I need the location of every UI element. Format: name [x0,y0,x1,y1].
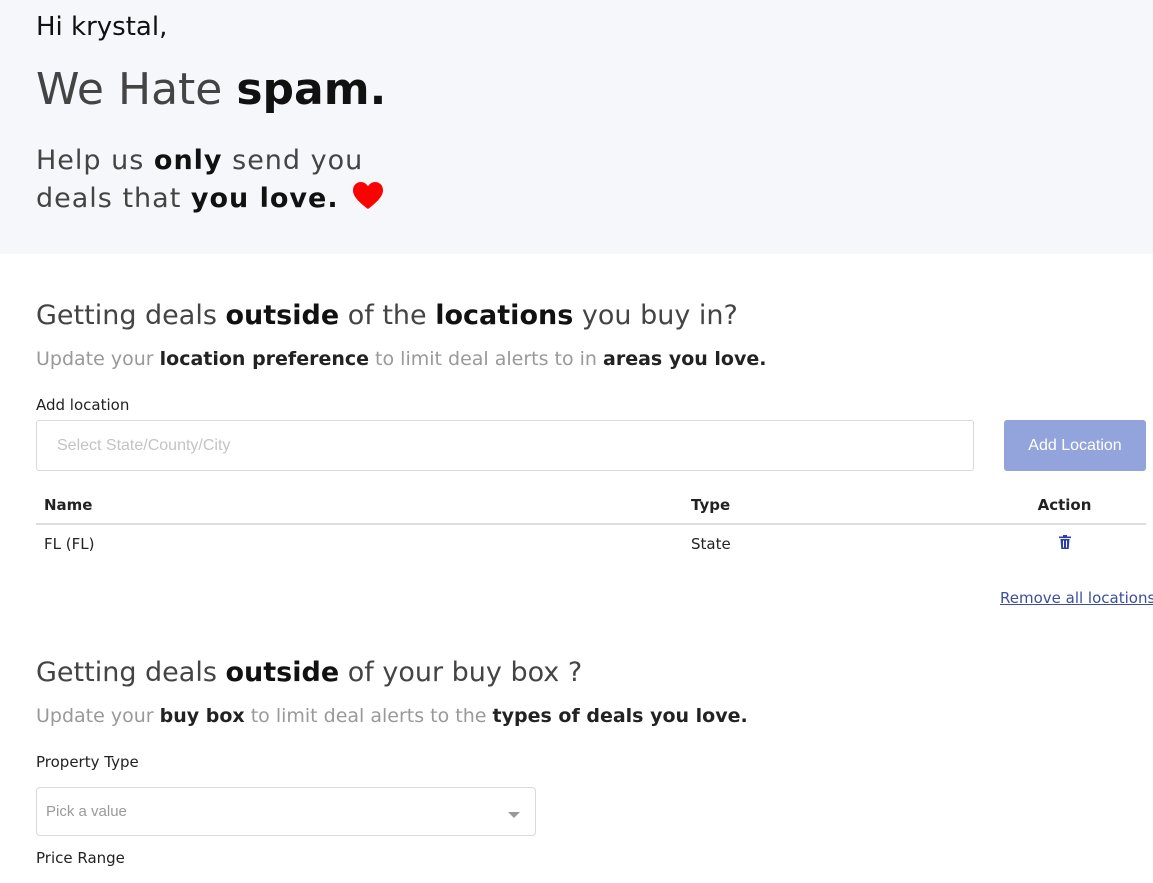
locations-table: Name Type Action FL (FL) State [36,486,1146,562]
column-header-action: Action [983,486,1146,525]
location-search-input[interactable] [36,420,974,471]
property-type-select[interactable]: Pick a value [36,787,536,836]
headline: We Hate spam. [36,64,387,115]
location-action-cell [983,524,1146,562]
table-header-row: Name Type Action [36,486,1146,525]
location-type-cell: State [691,534,731,553]
location-name-cell: FL (FL) [44,534,95,553]
add-location-label: Add location [36,396,130,414]
table-row: FL (FL) State [36,524,1146,562]
add-location-button[interactable]: Add Location [1004,420,1146,471]
price-range-label: Price Range [36,849,125,867]
column-header-type: Type [683,486,983,525]
locations-title: Getting deals outside of the locations y… [36,300,738,331]
property-type-value: Pick a value [46,803,127,820]
locations-subtitle: Update your location preference to limit… [36,348,767,370]
buybox-title: Getting deals outside of your buy box ? [36,657,583,688]
property-type-label: Property Type [36,753,139,771]
tagline: Help us only send you deals that you lov… [36,142,383,218]
chevron-down-icon [508,805,520,818]
buybox-subtitle: Update your buy box to limit deal alerts… [36,705,748,727]
heart-icon [352,181,383,210]
trash-icon[interactable] [1058,534,1071,549]
hero-banner: Hi krystal, We Hate spam. Help us only s… [0,0,1153,254]
remove-all-locations-link[interactable]: Remove all locations [1000,589,1153,607]
column-header-name: Name [36,486,683,525]
greeting: Hi krystal, [36,12,168,42]
